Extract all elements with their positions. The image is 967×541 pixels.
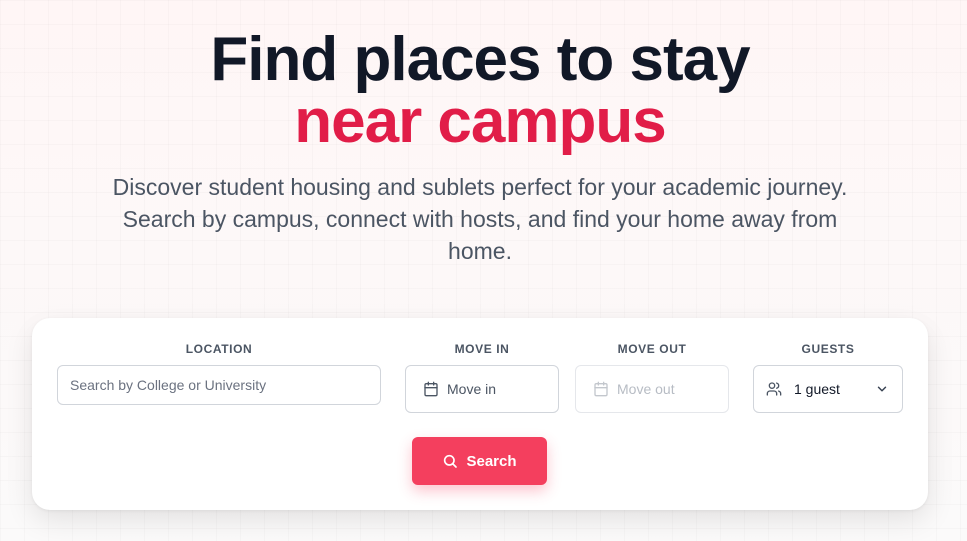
move-out-label: MOVE OUT: [617, 342, 687, 356]
move-in-value: Move in: [447, 381, 497, 397]
guests-select[interactable]: 1 guest: [753, 365, 903, 413]
calendar-icon: [423, 381, 439, 397]
hero-title-line2: near campus: [294, 87, 667, 156]
search-icon: [442, 453, 458, 469]
search-button-label: Search: [466, 452, 517, 470]
search-button[interactable]: Search: [412, 437, 547, 485]
guests-label: GUESTS: [801, 342, 855, 356]
move-out-date-field[interactable]: Move out: [575, 365, 729, 413]
hero-subtitle: Discover student housing and sublets per…: [112, 174, 848, 264]
move-in-date-field[interactable]: Move in: [405, 365, 559, 413]
search-card: LOCATION MOVE IN Move in MOVE OUT Move o…: [32, 318, 928, 510]
location-search-input[interactable]: [57, 365, 381, 405]
calendar-icon: [593, 381, 609, 397]
users-icon: [766, 381, 782, 397]
move-in-label: MOVE IN: [454, 342, 510, 356]
move-out-value: Move out: [617, 381, 675, 397]
location-label: LOCATION: [185, 342, 253, 356]
guests-value: 1 guest: [794, 381, 840, 397]
chevron-down-icon: [875, 382, 889, 396]
